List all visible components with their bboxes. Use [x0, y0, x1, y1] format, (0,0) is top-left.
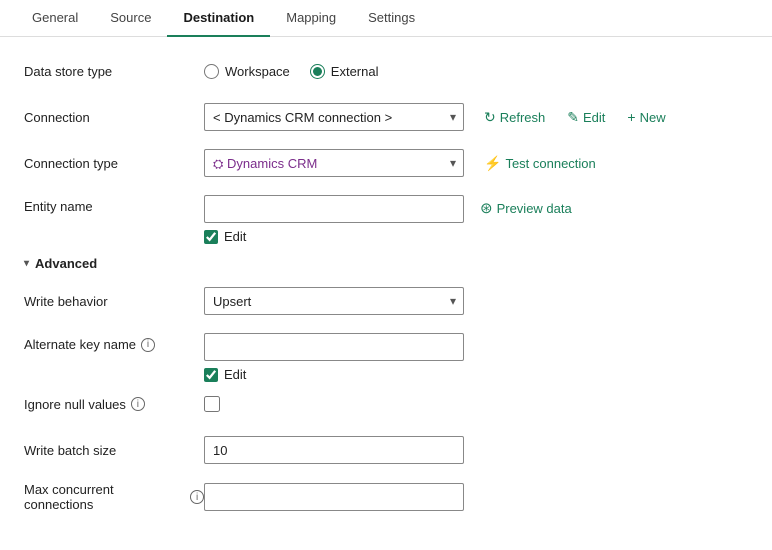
- data-store-type-options: Workspace External: [204, 64, 684, 79]
- external-radio-label: External: [331, 64, 379, 79]
- alternate-key-edit-checkbox[interactable]: [204, 368, 218, 382]
- write-batch-size-row: Write batch size: [24, 436, 748, 464]
- workspace-radio-option[interactable]: Workspace: [204, 64, 290, 79]
- refresh-label: Refresh: [500, 110, 546, 125]
- tabs-container: General Source Destination Mapping Setti…: [0, 0, 772, 37]
- alternate-key-row: Alternate key name i Edit: [24, 333, 748, 386]
- alternate-key-info-icon: i: [141, 338, 155, 352]
- advanced-section-toggle[interactable]: ▾ Advanced: [24, 256, 748, 271]
- connection-type-select-wrapper[interactable]: ⛭ Dynamics CRM: [204, 149, 464, 177]
- tab-mapping[interactable]: Mapping: [270, 0, 352, 37]
- connection-select[interactable]: < Dynamics CRM connection >: [204, 103, 464, 131]
- external-radio-option[interactable]: External: [310, 64, 379, 79]
- write-behavior-label: Write behavior: [24, 294, 204, 309]
- ignore-null-info-icon: i: [131, 397, 145, 411]
- max-concurrent-row: Max concurrent connections i: [24, 482, 748, 512]
- entity-name-row: Entity name Edit ⊛ Preview data: [24, 195, 748, 248]
- write-batch-size-input[interactable]: [204, 436, 464, 464]
- tab-source[interactable]: Source: [94, 0, 167, 37]
- preview-data-button[interactable]: ⊛ Preview data: [480, 199, 572, 217]
- entity-edit-checkbox[interactable]: [204, 230, 218, 244]
- connection-actions: ↻ Refresh ✎ Edit + New: [480, 107, 670, 128]
- write-behavior-select-wrapper[interactable]: Upsert Insert Update Delete: [204, 287, 464, 315]
- ignore-null-row: Ignore null values i: [24, 390, 748, 418]
- alternate-key-input[interactable]: [204, 333, 464, 361]
- edit-connection-button[interactable]: ✎ Edit: [563, 107, 609, 128]
- preview-data-label: Preview data: [497, 201, 572, 216]
- refresh-icon: ↻: [484, 109, 496, 126]
- write-behavior-row: Write behavior Upsert Insert Update Dele…: [24, 287, 748, 315]
- connection-type-actions: ⚡ Test connection: [480, 153, 600, 174]
- max-concurrent-input[interactable]: [204, 483, 464, 511]
- edit-connection-label: Edit: [583, 110, 605, 125]
- connection-type-select[interactable]: ⛭ Dynamics CRM: [204, 149, 464, 177]
- new-button[interactable]: + New: [623, 107, 669, 127]
- alternate-key-edit-label[interactable]: Edit: [224, 367, 246, 382]
- test-connection-icon: ⚡: [484, 155, 501, 172]
- plus-icon: +: [627, 109, 635, 125]
- write-batch-size-label: Write batch size: [24, 443, 204, 458]
- test-connection-button[interactable]: ⚡ Test connection: [480, 153, 600, 174]
- workspace-radio[interactable]: [204, 64, 219, 79]
- ignore-null-checkbox[interactable]: [204, 396, 220, 412]
- tab-general[interactable]: General: [16, 0, 94, 37]
- preview-data-icon: ⊛: [480, 199, 493, 217]
- entity-name-input[interactable]: [204, 195, 464, 223]
- main-content: Data store type Workspace External Conne…: [0, 37, 772, 550]
- advanced-label: Advanced: [35, 256, 97, 271]
- advanced-chevron-icon: ▾: [24, 258, 29, 269]
- connection-type-row: Connection type ⛭ Dynamics CRM ⚡ Test co…: [24, 149, 748, 177]
- new-label: New: [640, 110, 666, 125]
- ignore-null-label: Ignore null values i: [24, 397, 204, 412]
- connection-row: Connection < Dynamics CRM connection > ↻…: [24, 103, 748, 131]
- entity-edit-label[interactable]: Edit: [224, 229, 246, 244]
- tab-settings[interactable]: Settings: [352, 0, 431, 37]
- refresh-button[interactable]: ↻ Refresh: [480, 107, 549, 128]
- max-concurrent-label: Max concurrent connections i: [24, 482, 204, 512]
- alternate-key-label: Alternate key name i: [24, 333, 204, 352]
- data-store-type-row: Data store type Workspace External: [24, 57, 748, 85]
- connection-type-label: Connection type: [24, 156, 204, 171]
- edit-icon: ✎: [567, 109, 579, 126]
- tab-destination[interactable]: Destination: [167, 0, 270, 37]
- test-connection-label: Test connection: [505, 156, 595, 171]
- tab-bar: General Source Destination Mapping Setti…: [0, 0, 772, 37]
- workspace-radio-label: Workspace: [225, 64, 290, 79]
- external-radio[interactable]: [310, 64, 325, 79]
- connection-select-wrapper[interactable]: < Dynamics CRM connection >: [204, 103, 464, 131]
- entity-name-label: Entity name: [24, 195, 204, 214]
- connection-label: Connection: [24, 110, 204, 125]
- write-behavior-select[interactable]: Upsert Insert Update Delete: [204, 287, 464, 315]
- data-store-type-label: Data store type: [24, 64, 204, 79]
